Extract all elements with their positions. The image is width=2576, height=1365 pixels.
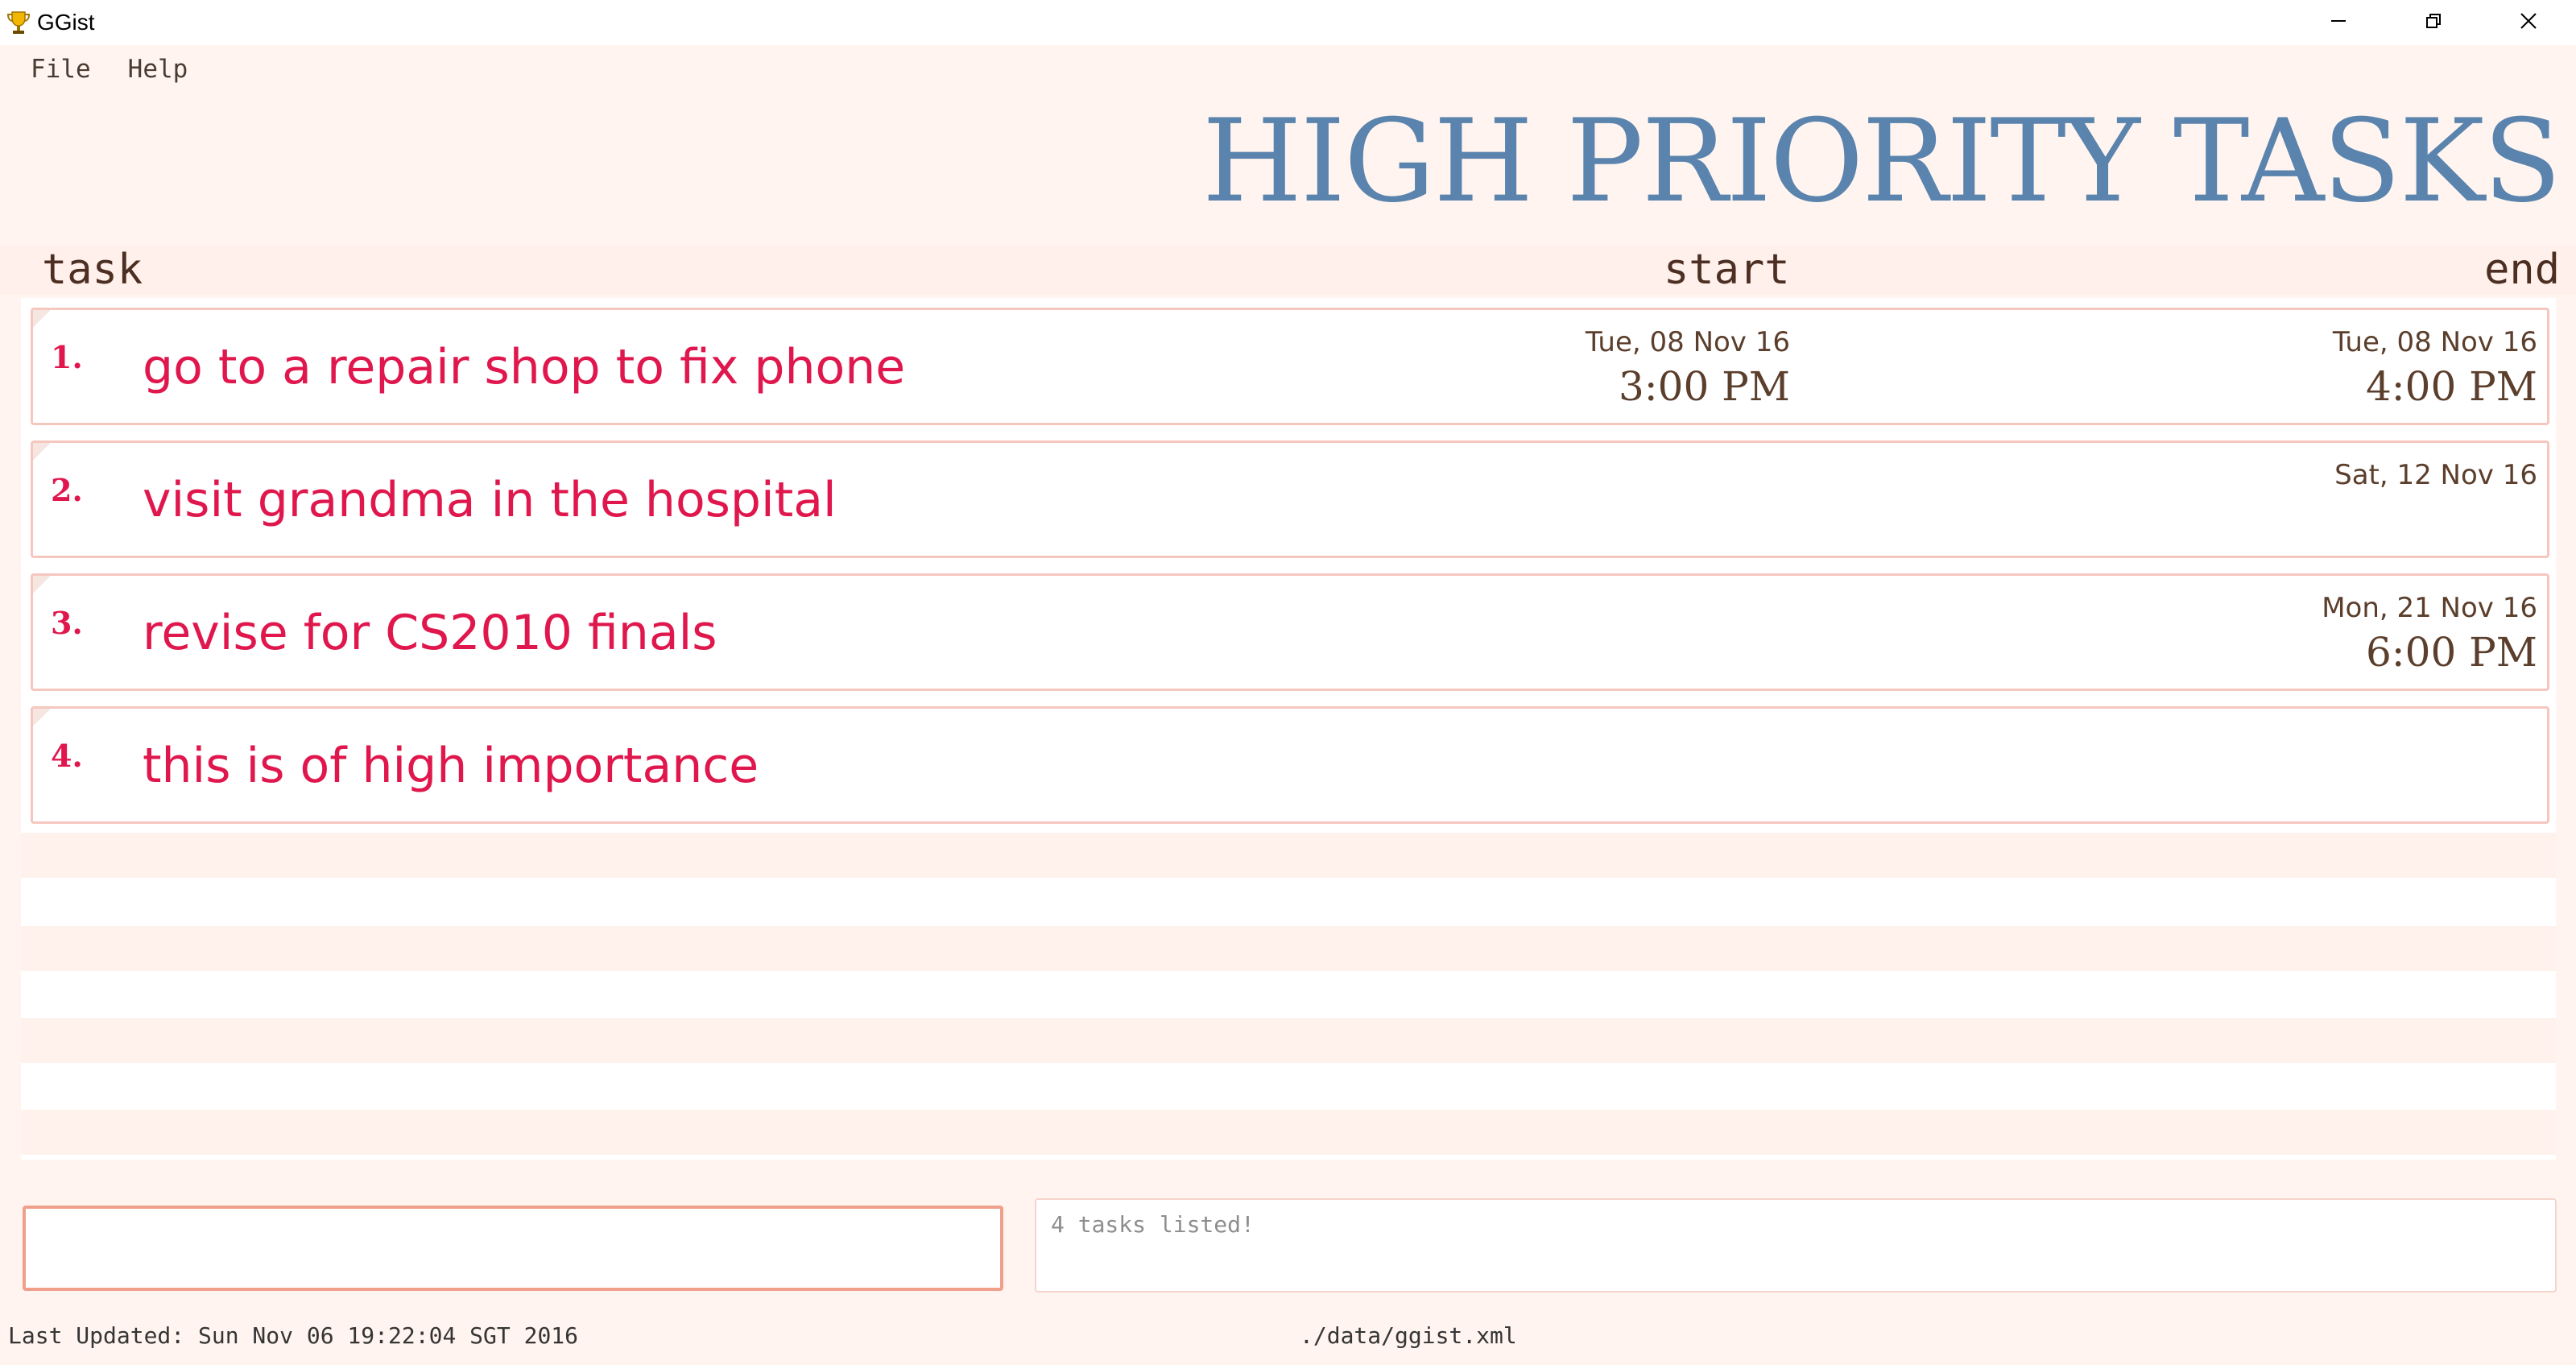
title-bar: GGist (0, 0, 2576, 45)
menu-file[interactable]: File (31, 55, 91, 84)
task-index: 4. (51, 738, 83, 774)
task-index: 2. (51, 472, 83, 508)
column-header-row: task start end (0, 245, 2576, 295)
empty-row (21, 1110, 2556, 1155)
close-icon (2520, 12, 2537, 33)
empty-row (21, 926, 2556, 971)
task-name: this is of high importance (143, 738, 759, 794)
menu-help[interactable]: Help (128, 55, 188, 84)
task-index: 3. (51, 605, 83, 641)
command-input[interactable] (23, 1206, 1003, 1291)
task-end-time: 6:00 PM (2365, 629, 2537, 676)
task-name: visit grandma in the hospital (143, 472, 837, 528)
task-index: 1. (51, 339, 83, 375)
page-title: HIGH PRIORITY TASKS (1201, 95, 2562, 228)
empty-row (21, 833, 2556, 878)
task-end-time: 4:00 PM (2365, 363, 2537, 410)
empty-row (21, 1018, 2556, 1063)
column-header-end: end (2484, 246, 2560, 294)
task-card[interactable]: 3. revise for CS2010 finals Mon, 21 Nov … (31, 573, 2549, 691)
task-name: revise for CS2010 finals (143, 605, 717, 661)
restore-button[interactable] (2386, 0, 2481, 45)
task-start-time: 3:00 PM (1618, 363, 1790, 410)
last-updated-status: Last Updated: Sun Nov 06 19:22:04 SGT 20… (8, 1322, 579, 1349)
task-card[interactable]: 2. visit grandma in the hospital Sat, 12… (31, 441, 2549, 558)
task-end-date: Mon, 21 Nov 16 (2322, 592, 2537, 624)
task-start-date: Tue, 08 Nov 16 (1585, 326, 1790, 358)
save-location-status: ./data/ggist.xml (1300, 1322, 1517, 1349)
column-header-start: start (1664, 246, 1790, 294)
restore-icon (2425, 12, 2442, 33)
task-list[interactable]: 1. go to a repair shop to fix phone Tue,… (21, 298, 2556, 1160)
status-bar: Last Updated: Sun Nov 06 19:22:04 SGT 20… (0, 1314, 2576, 1365)
result-display: 4 tasks listed! (1035, 1198, 2557, 1293)
trophy-icon (5, 9, 32, 36)
menu-bar: File Help (0, 45, 2576, 93)
task-name: go to a repair shop to fix phone (143, 339, 906, 395)
minimize-button[interactable] (2291, 0, 2386, 45)
task-card[interactable]: 1. go to a repair shop to fix phone Tue,… (31, 308, 2549, 425)
column-header-task: task (42, 246, 143, 294)
window-title: GGist (37, 10, 95, 35)
task-end-date: Tue, 08 Nov 16 (2332, 326, 2537, 358)
task-end-date: Sat, 12 Nov 16 (2334, 459, 2537, 491)
task-card[interactable]: 4. this is of high importance (31, 706, 2549, 824)
close-button[interactable] (2481, 0, 2576, 45)
minimize-icon (2330, 12, 2347, 33)
